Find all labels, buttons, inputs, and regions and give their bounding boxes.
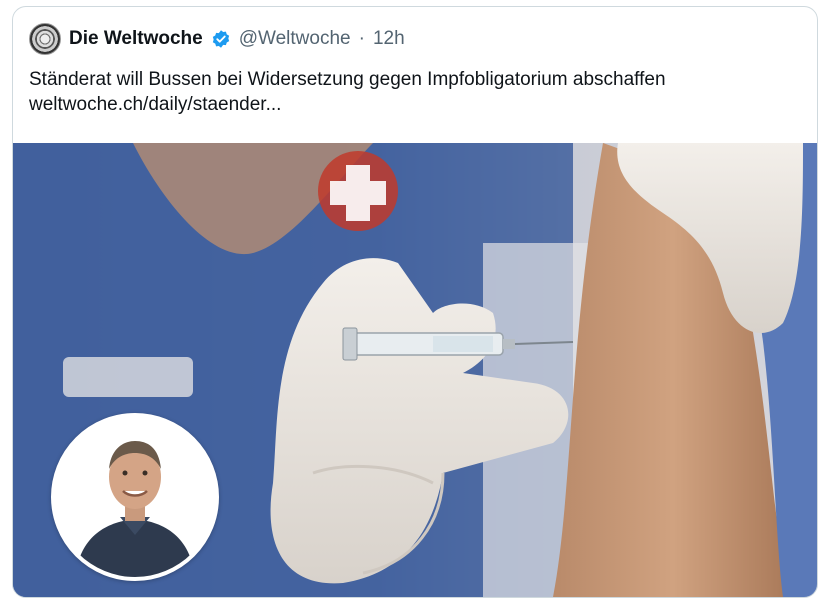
tweet-header: Die Weltwoche @Weltwoche · 12h: [29, 23, 405, 55]
author-portrait-inset: [51, 413, 219, 581]
tweet-timestamp[interactable]: 12h: [373, 28, 405, 50]
tweet-link[interactable]: weltwoche.ch/daily/staender...: [29, 92, 799, 117]
author-avatar[interactable]: [29, 23, 61, 55]
tweet-card[interactable]: Die Weltwoche @Weltwoche · 12h Ständerat…: [12, 6, 818, 598]
separator-dot: ·: [358, 28, 365, 49]
tweet-text-line: Ständerat will Bussen bei Widersetzung g…: [29, 69, 666, 90]
tweet-text: Ständerat will Bussen bei Widersetzung g…: [29, 67, 799, 117]
verified-badge-icon: [212, 30, 229, 48]
author-name[interactable]: Die Weltwoche: [69, 28, 203, 50]
tweet-media-image[interactable]: [13, 143, 817, 597]
author-handle[interactable]: @Weltwoche: [239, 28, 351, 50]
